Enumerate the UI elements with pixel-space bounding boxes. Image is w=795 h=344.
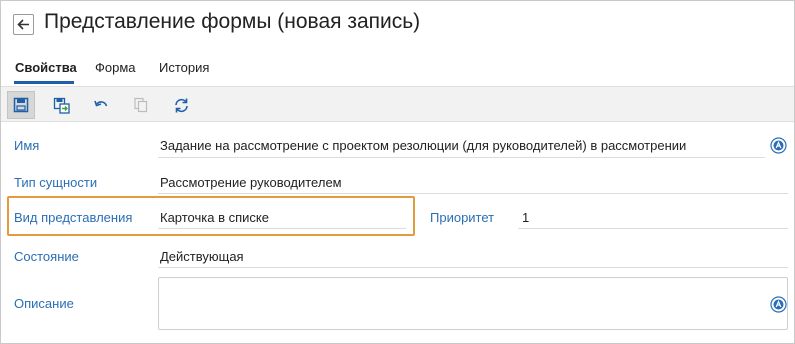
entity-type-label: Тип сущности bbox=[14, 175, 98, 190]
copy-icon bbox=[134, 97, 148, 113]
tab-history[interactable]: История bbox=[159, 60, 209, 75]
state-field[interactable]: Действующая bbox=[160, 249, 244, 264]
state-label: Состояние bbox=[14, 249, 79, 264]
refresh-button[interactable] bbox=[167, 91, 195, 119]
name-label: Имя bbox=[14, 138, 40, 153]
save-button[interactable] bbox=[7, 91, 35, 119]
view-type-label: Вид представления bbox=[14, 210, 133, 225]
refresh-icon bbox=[174, 98, 188, 112]
priority-underline bbox=[518, 228, 788, 229]
tab-form[interactable]: Форма bbox=[95, 60, 136, 75]
back-button[interactable] bbox=[13, 14, 34, 35]
name-field-underline bbox=[158, 157, 765, 158]
tab-properties[interactable]: Свойства bbox=[15, 60, 77, 75]
state-underline bbox=[158, 267, 788, 268]
undo-icon bbox=[94, 100, 108, 107]
priority-label: Приоритет bbox=[430, 210, 495, 225]
arrow-left-icon bbox=[17, 19, 29, 30]
entity-type-field[interactable]: Рассмотрение руководителем bbox=[160, 175, 342, 190]
page-title: Представление формы (новая запись) bbox=[44, 10, 421, 33]
tab-bar: Свойства Форма История bbox=[0, 56, 795, 86]
header: Представление формы (новая запись) bbox=[0, 0, 795, 48]
save-icon bbox=[13, 97, 29, 113]
view-type-underline bbox=[158, 228, 406, 229]
view-type-field[interactable]: Карточка в списке bbox=[160, 210, 269, 225]
save-and-close-button[interactable] bbox=[47, 91, 75, 119]
description-label: Описание bbox=[14, 296, 74, 311]
toolbar bbox=[1, 86, 794, 122]
undo-button[interactable] bbox=[87, 91, 115, 119]
description-field[interactable] bbox=[158, 277, 788, 330]
priority-field[interactable]: 1 bbox=[522, 210, 529, 225]
copy-button[interactable] bbox=[127, 91, 155, 119]
entity-type-underline bbox=[158, 193, 788, 194]
localization-icon[interactable] bbox=[770, 296, 787, 313]
save-as-icon bbox=[53, 97, 70, 114]
name-field[interactable]: Задание на рассмотрение с проектом резол… bbox=[160, 138, 686, 153]
localization-icon[interactable] bbox=[770, 137, 787, 154]
active-tab-indicator bbox=[14, 81, 74, 84]
